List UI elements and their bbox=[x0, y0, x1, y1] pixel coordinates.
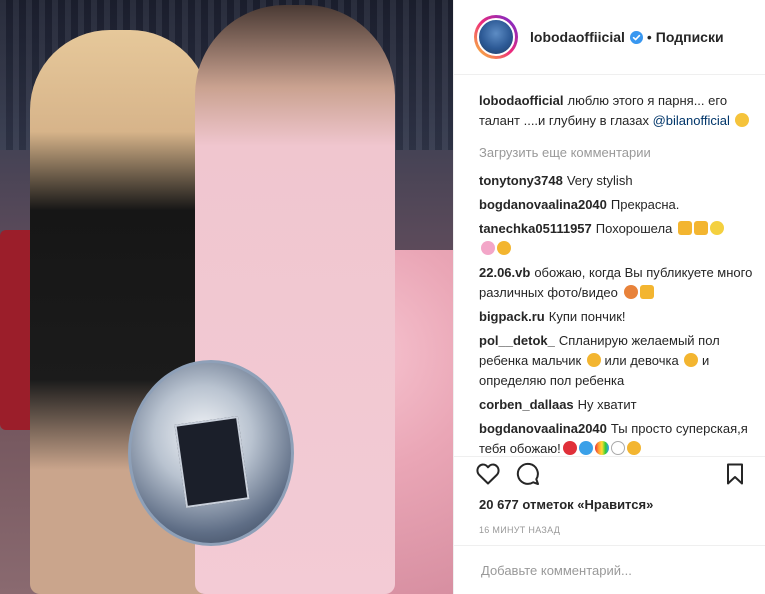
comment-item: corben_dallaas Ну хватит bbox=[479, 395, 753, 415]
comment-text: Похорошела bbox=[595, 221, 673, 236]
comment-text: Ну хватит bbox=[577, 397, 637, 412]
fox-emoji bbox=[623, 285, 638, 299]
comment-text: Купи пончик! bbox=[548, 309, 626, 324]
rainbow-emoji bbox=[594, 441, 609, 455]
comment-username[interactable]: pol__detok_ bbox=[479, 333, 555, 348]
comment-button[interactable] bbox=[514, 462, 542, 491]
comment-text: или девочка bbox=[604, 353, 679, 368]
header-separator: • bbox=[646, 29, 652, 45]
caption: lobodaofficial люблю этого я парня... его… bbox=[479, 91, 753, 131]
sad-face-emoji bbox=[735, 113, 750, 127]
post-header: lobodaoffiicial • Подписки bbox=[454, 0, 765, 75]
avatar[interactable] bbox=[477, 18, 515, 56]
comment-item: bogdanovaalina2040 Ты просто суперская,я … bbox=[479, 419, 753, 456]
add-comment-bar bbox=[454, 545, 765, 594]
follow-button[interactable]: Подписки bbox=[656, 29, 724, 45]
clap-emoji bbox=[497, 241, 511, 255]
award-plate bbox=[174, 415, 250, 509]
comment-text: Very stylish bbox=[566, 173, 633, 188]
comment-item: tanechka05111957 Похорошела bbox=[479, 219, 753, 259]
comment-input[interactable] bbox=[479, 561, 745, 579]
load-more-comments-button[interactable]: Загрузить еще комментарии bbox=[479, 143, 753, 163]
comment-text: Прекрасна. bbox=[610, 197, 680, 212]
comments-list: lobodaofficial люблю этого я парня... его… bbox=[454, 76, 765, 456]
post-timestamp: 16 минут назад bbox=[479, 525, 561, 535]
comment-username[interactable]: tonytony3748 bbox=[479, 173, 563, 188]
red-heart-emoji bbox=[562, 441, 577, 455]
comment-username[interactable]: 22.06.vb bbox=[479, 265, 530, 280]
comment-item: bogdanovaalina2040 Прекрасна. bbox=[479, 195, 753, 215]
post-panel: lobodaoffiicial • Подписки lobodaofficia… bbox=[453, 0, 765, 594]
comment-item: tonytony3748 Very stylish bbox=[479, 171, 753, 191]
heart-icon bbox=[476, 463, 500, 490]
comment-username[interactable]: corben_dallaas bbox=[479, 397, 574, 412]
comment-username[interactable]: bogdanovaalina2040 bbox=[479, 421, 607, 436]
caption-mention[interactable]: @bilanofficial bbox=[653, 113, 730, 128]
boy-emoji bbox=[586, 353, 601, 367]
avatar-ring[interactable] bbox=[474, 15, 518, 59]
comment-item: pol__detok_ Спланирую желаемый пол ребенк… bbox=[479, 331, 753, 391]
save-button[interactable] bbox=[721, 463, 749, 491]
bookmark-icon bbox=[726, 463, 744, 490]
sparkle-emoji bbox=[709, 221, 724, 235]
comment-item: 22.06.vb обожаю, когда Вы публикуете мног… bbox=[479, 263, 753, 303]
verified-icon bbox=[629, 30, 643, 44]
relieved-emoji bbox=[610, 441, 625, 455]
grin-emoji bbox=[626, 441, 641, 455]
flower-emoji bbox=[481, 241, 495, 255]
pray-emoji bbox=[639, 285, 654, 299]
post-photo[interactable] bbox=[0, 0, 453, 594]
comment-username[interactable]: tanechka05111957 bbox=[479, 221, 592, 236]
blue-heart-emoji bbox=[578, 441, 593, 455]
girl-emoji bbox=[684, 353, 699, 367]
thumbs-up-emoji bbox=[677, 221, 692, 235]
comment-username[interactable]: bigpack.ru bbox=[479, 309, 545, 324]
thumbs-up-emoji bbox=[693, 221, 708, 235]
caption-username[interactable]: lobodaofficial bbox=[479, 93, 564, 108]
like-button[interactable] bbox=[474, 463, 502, 491]
comment-icon bbox=[516, 462, 540, 491]
likes-count[interactable]: 20 677 отметок «Нравится» bbox=[479, 497, 653, 512]
header-username[interactable]: lobodaoffiicial bbox=[530, 29, 625, 45]
comment-item: bigpack.ru Купи пончик! bbox=[479, 307, 753, 327]
comment-username[interactable]: bogdanovaalina2040 bbox=[479, 197, 607, 212]
action-bar bbox=[454, 456, 765, 496]
